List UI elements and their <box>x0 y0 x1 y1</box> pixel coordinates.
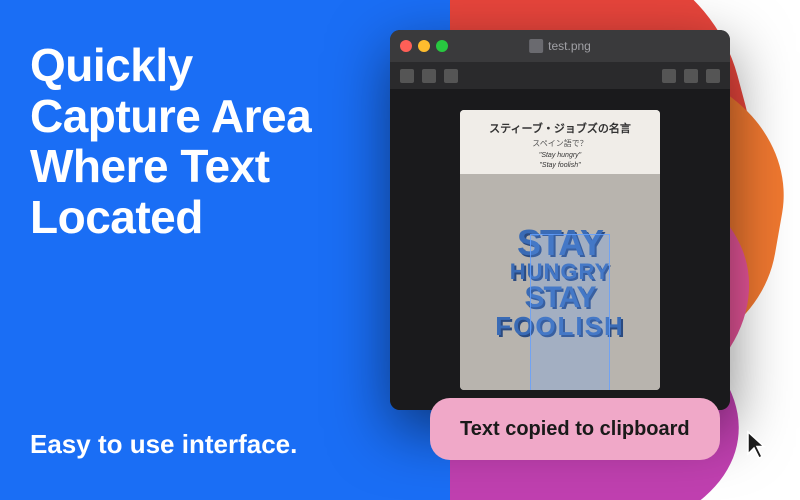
stay-line-hungry: HUNGRY <box>495 261 625 283</box>
japanese-subtitle: スペイン語で？ <box>468 138 652 149</box>
image-top-text: スティーブ・ジョブズの名言 スペイン語で？ "Stay hungry" "Sta… <box>460 110 660 174</box>
traffic-light-green[interactable] <box>436 40 448 52</box>
window-title: test.png <box>529 39 591 53</box>
toolbar-icon-3[interactable] <box>444 69 458 83</box>
traffic-light-red[interactable] <box>400 40 412 52</box>
left-panel: Quickly Capture Area Where Text Located … <box>0 0 360 500</box>
stay-line-stay2: STAY <box>495 283 625 313</box>
english-quote-2: "Stay foolish" <box>468 162 652 169</box>
stay-line-foolish: FOOLISH <box>495 313 625 339</box>
toolbar-icon-6[interactable] <box>706 69 720 83</box>
window-content: スティーブ・ジョブズの名言 スペイン語で？ "Stay hungry" "Sta… <box>390 90 730 410</box>
japanese-title: スティーブ・ジョブズの名言 <box>468 120 652 136</box>
toolbar-icon-1[interactable] <box>400 69 414 83</box>
traffic-light-yellow[interactable] <box>418 40 430 52</box>
subtext: Easy to use interface. <box>30 429 330 460</box>
window-titlebar: test.png <box>390 30 730 62</box>
stay-graphic: STAY HUNGRY STAY FOOLISH <box>460 174 660 390</box>
toolbar-icon-4[interactable] <box>662 69 676 83</box>
stay-line-stay1: STAY <box>495 225 625 261</box>
english-quote-1: "Stay hungry" <box>468 152 652 159</box>
macos-window: test.png スティーブ・ジョブズの名言 スペイン語で？ "Stay hun… <box>390 30 730 410</box>
image-container: スティーブ・ジョブズの名言 スペイン語で？ "Stay hungry" "Sta… <box>460 110 660 390</box>
stay-text-art: STAY HUNGRY STAY FOOLISH <box>495 225 625 339</box>
window-toolbar <box>390 62 730 90</box>
toast-notification: Text copied to clipboard <box>430 398 720 460</box>
headline: Quickly Capture Area Where Text Located <box>30 40 330 242</box>
file-icon <box>529 39 543 53</box>
toolbar-icon-5[interactable] <box>684 69 698 83</box>
toast-text: Text copied to clipboard <box>460 416 690 442</box>
cursor-icon <box>746 430 770 460</box>
toolbar-icon-2[interactable] <box>422 69 436 83</box>
